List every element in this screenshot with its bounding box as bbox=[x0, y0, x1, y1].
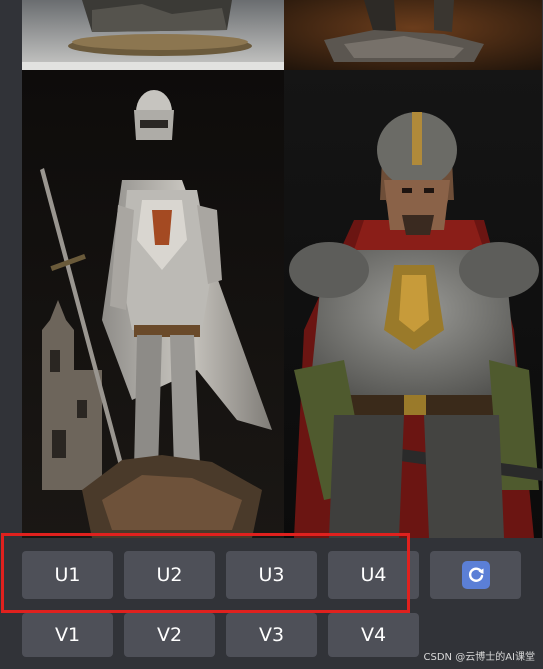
image-tile-4[interactable] bbox=[284, 70, 542, 538]
upscale-button-2[interactable]: U2 bbox=[124, 551, 215, 599]
image-tile-2[interactable] bbox=[284, 0, 542, 70]
variation-button-2[interactable]: V2 bbox=[124, 613, 215, 657]
refresh-icon bbox=[461, 561, 490, 589]
variation-button-3[interactable]: V3 bbox=[226, 613, 317, 657]
watermark: CSDN @云博士的AI课堂 bbox=[423, 652, 535, 663]
reroll-button[interactable] bbox=[430, 551, 521, 599]
upscale-button-1[interactable]: U1 bbox=[22, 551, 113, 599]
upscale-button-3[interactable]: U3 bbox=[226, 551, 317, 599]
variation-button-1[interactable]: V1 bbox=[22, 613, 113, 657]
image-grid bbox=[22, 0, 542, 538]
upscale-button-4[interactable]: U4 bbox=[328, 551, 419, 599]
variation-button-4[interactable]: V4 bbox=[328, 613, 419, 657]
image-tile-1[interactable] bbox=[22, 0, 284, 70]
image-tile-3[interactable] bbox=[22, 70, 284, 538]
